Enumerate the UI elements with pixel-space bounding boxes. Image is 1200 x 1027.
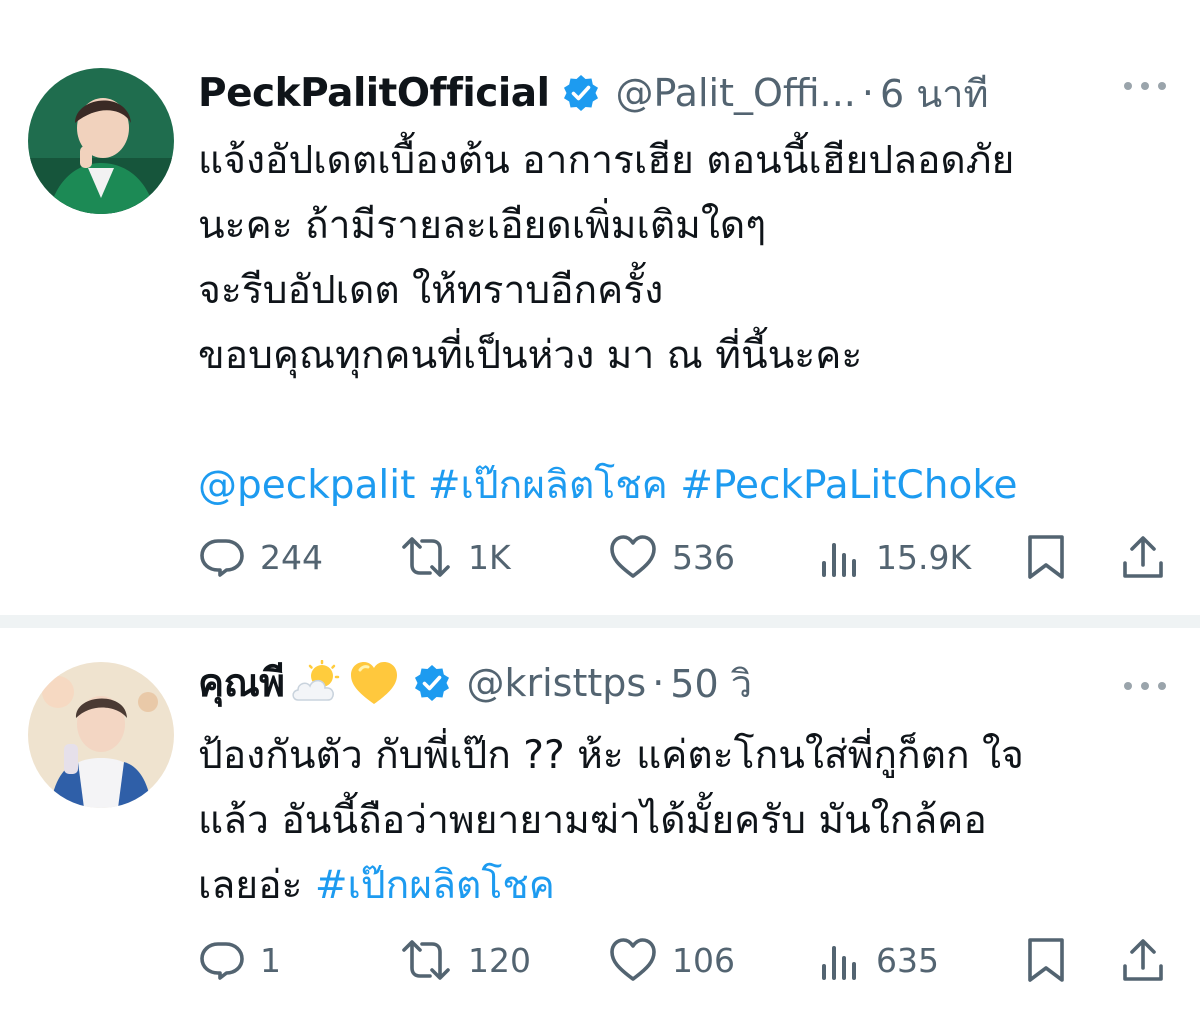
retweet-icon — [402, 537, 450, 577]
tweet-text-line: แจ้งอัปเดตเบื้องต้น อาการเฮีย ตอนนี้เฮีย… — [198, 138, 1015, 183]
tweet-header: PeckPalitOfficial @Palit_Offi... · 6 นาท… — [198, 68, 989, 118]
verified-badge-icon — [412, 663, 452, 703]
reply-icon — [200, 539, 244, 577]
like-count: 106 — [672, 940, 735, 980]
hashtag-link[interactable]: #เป๊กผลิตโชค — [315, 863, 555, 908]
tweet-text-line: ขอบคุณทุกคนที่เป็นห่วง มา ณ ที่นี้นะคะ — [198, 333, 863, 378]
like-icon — [610, 938, 656, 981]
reply-icon — [200, 942, 244, 980]
tweet-text-line: ป้องกันตัว กับพี่เป๊ก ?? ห้ะ แค่ตะโกนใส่… — [198, 733, 1024, 778]
tweet-1[interactable]: PeckPalitOfficial @Palit_Offi... · 6 นาท… — [0, 0, 1200, 615]
view-count: 15.9K — [876, 537, 972, 577]
retweet-button[interactable]: 120 — [398, 935, 531, 985]
reply-count: 244 — [260, 537, 323, 577]
views-button[interactable]: 635 — [818, 935, 939, 985]
timestamp[interactable]: 6 นาที — [880, 63, 989, 124]
verified-badge-icon — [561, 73, 601, 113]
sun-behind-cloud-emoji — [290, 659, 342, 706]
reply-count: 1 — [260, 940, 281, 980]
views-icon — [822, 946, 856, 980]
avatar[interactable] — [28, 662, 174, 808]
tweet-text-line: นะคะ ถ้ามีรายละเอียดเพิ่มเติมใดๆ — [198, 203, 767, 248]
bookmark-button[interactable] — [1024, 935, 1068, 985]
share-icon — [1123, 939, 1163, 981]
reply-button[interactable]: 1 — [198, 935, 281, 985]
share-button[interactable] — [1120, 532, 1166, 582]
bookmark-icon — [1028, 535, 1064, 579]
more-options-icon[interactable] — [1124, 682, 1166, 690]
more-options-icon[interactable] — [1124, 82, 1166, 90]
tweet-text: ป้องกันตัว กับพี่เป๊ก ?? ห้ะ แค่ตะโกนใส่… — [198, 723, 1183, 918]
tweet-text-line: แล้ว อันนี้ถือว่าพยายามฆ่าได้มั้ยครับ มั… — [198, 798, 987, 843]
like-icon — [610, 535, 656, 578]
action-bar: 244 1K 536 15.9K — [198, 532, 1170, 582]
tweet-divider — [0, 615, 1200, 628]
separator-dot: · — [861, 71, 874, 115]
bookmark-button[interactable] — [1024, 532, 1068, 582]
yellow-heart-emoji — [348, 660, 400, 706]
display-name[interactable]: คุณพี — [198, 652, 285, 714]
view-count: 635 — [876, 940, 939, 980]
like-count: 536 — [672, 537, 735, 577]
views-icon — [822, 543, 856, 577]
share-button[interactable] — [1120, 935, 1166, 985]
retweet-button[interactable]: 1K — [398, 532, 511, 582]
username-handle[interactable]: @kristtps — [466, 661, 646, 705]
mention-link[interactable]: @peckpalit — [198, 463, 415, 508]
reply-button[interactable]: 244 — [198, 532, 323, 582]
tweet-text-line: เลยอ่ะ — [198, 863, 315, 908]
hashtag-link[interactable]: #PeckPaLitChoke — [680, 463, 1017, 508]
timestamp[interactable]: 50 วิ — [670, 653, 752, 714]
hashtag-link[interactable]: #เป๊กผลิตโชค — [428, 463, 668, 508]
avatar[interactable] — [28, 68, 174, 214]
tweet-header: คุณพี @kristtps · 50 วิ — [198, 658, 752, 708]
bookmark-icon — [1028, 938, 1064, 982]
like-button[interactable]: 536 — [608, 532, 735, 582]
tweet-text-line: จะรีบอัปเดต ให้ทราบอีกครั้ง — [198, 268, 664, 313]
retweet-icon — [402, 940, 450, 980]
retweet-count: 120 — [468, 940, 531, 980]
display-name[interactable]: PeckPalitOfficial — [198, 71, 550, 116]
separator-dot: · — [652, 661, 665, 705]
username-handle[interactable]: @Palit_Offi... — [615, 71, 855, 115]
retweet-count: 1K — [468, 537, 511, 577]
views-button[interactable]: 15.9K — [818, 532, 971, 582]
share-icon — [1123, 536, 1163, 578]
tweet-text: แจ้งอัปเดตเบื้องต้น อาการเฮีย ตอนนี้เฮีย… — [198, 128, 1183, 518]
like-button[interactable]: 106 — [608, 935, 735, 985]
action-bar: 1 120 106 635 — [198, 935, 1170, 985]
